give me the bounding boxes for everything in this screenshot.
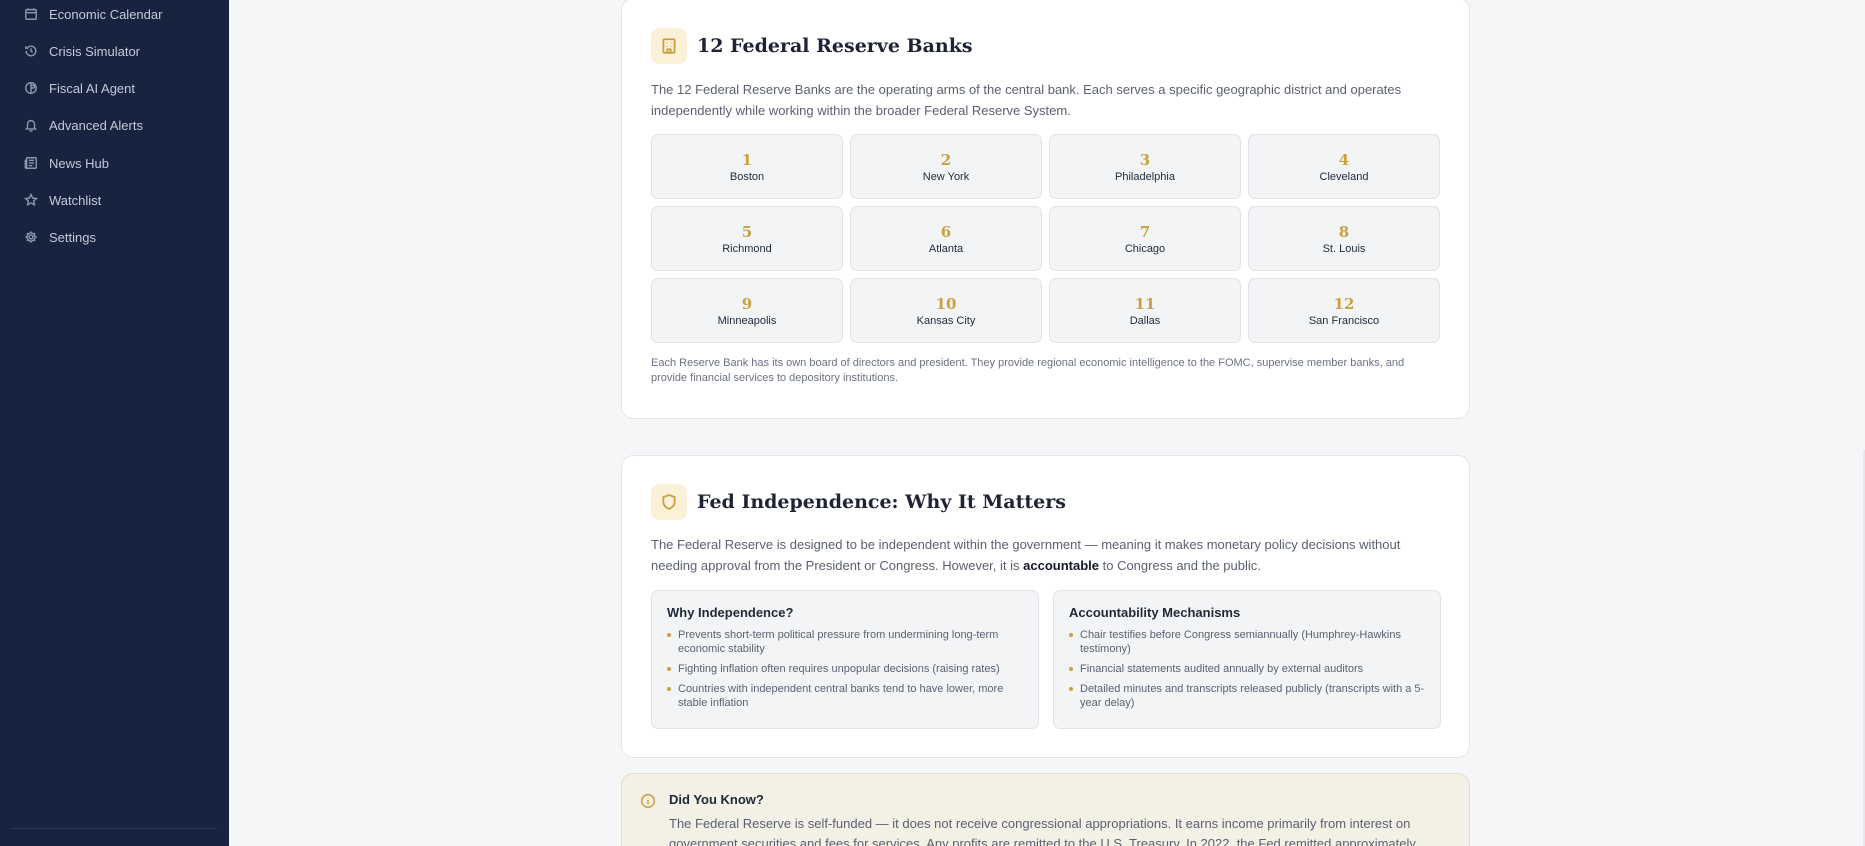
callout-text: The Federal Reserve is self-funded — it … — [669, 816, 1416, 846]
bank-number: 3 — [1139, 150, 1151, 169]
list-item: Countries with independent central banks… — [667, 682, 1023, 710]
bank-tile-philadelphia[interactable]: 3 Philadelphia — [1049, 134, 1241, 199]
star-icon — [24, 193, 38, 207]
sidebar-item-label: News Hub — [49, 155, 109, 171]
panel-title: Accountability Mechanisms — [1069, 605, 1241, 620]
card-header: Fed Independence: Why It Matters — [651, 484, 1066, 520]
card-title: Fed Independence: Why It Matters — [697, 491, 1066, 513]
bank-grid: 1 Boston 2 New York 3 Philadelphia 4 Clevela… — [651, 134, 1441, 343]
bank-number: 12 — [1333, 294, 1355, 313]
sidebar-divider — [10, 828, 217, 829]
callout-title: Did You Know? — [669, 792, 764, 807]
bank-city: Minneapolis — [717, 314, 777, 327]
bank-number: 7 — [1139, 222, 1151, 241]
bank-tile-cleveland[interactable]: 4 Cleveland — [1248, 134, 1440, 199]
bullet-list: Chair testifies before Congress semiannu… — [1069, 628, 1425, 710]
sidebar-item-fiscal-ai-agent[interactable]: Fiscal AI Agent — [24, 76, 135, 100]
sidebar-item-advanced-alerts[interactable]: Advanced Alerts — [24, 113, 143, 137]
bank-tile-san-francisco[interactable]: 12 San Francisco — [1248, 278, 1440, 343]
sidebar-item-label: Advanced Alerts — [49, 117, 143, 133]
sidebar-item-label: Economic Calendar — [49, 6, 163, 22]
federal-reserve-banks-card: 12 Federal Reserve Banks The 12 Federal … — [621, 0, 1470, 419]
bank-city: Richmond — [722, 242, 772, 255]
gear-icon — [25, 231, 37, 243]
bank-city: Cleveland — [1319, 170, 1369, 183]
sidebar-item-label: Crisis Simulator — [49, 43, 141, 59]
bank-number: 5 — [741, 222, 753, 241]
bank-tile-new-york[interactable]: 2 New York — [850, 134, 1042, 199]
bank-number: 10 — [935, 294, 957, 313]
bank-number: 8 — [1338, 222, 1350, 241]
bank-number: 2 — [940, 150, 952, 169]
bullet-list: Prevents short-term political pressure f… — [667, 628, 1023, 710]
intro-text-end: to Congress and the public. — [1099, 558, 1261, 573]
sidebar-item-label: Fiscal AI Agent — [49, 80, 135, 96]
list-item: Chair testifies before Congress semiannu… — [1069, 628, 1425, 656]
bank-tile-atlanta[interactable]: 6 Atlanta — [850, 206, 1042, 271]
shield-icon — [651, 484, 687, 520]
fed-independence-card: Fed Independence: Why It Matters The Fed… — [621, 455, 1470, 758]
bank-number: 11 — [1134, 294, 1156, 313]
bank-city: Philadelphia — [1115, 170, 1175, 183]
accountability-panel: Accountability Mechanisms Chair testifie… — [1053, 590, 1441, 729]
bank-number: 6 — [940, 222, 952, 241]
sidebar-item-settings[interactable]: Settings — [24, 225, 96, 249]
bank-city: Kansas City — [916, 314, 976, 327]
bank-tile-st-louis[interactable]: 8 St. Louis — [1248, 206, 1440, 271]
sidebar-item-news-hub[interactable]: News Hub — [24, 151, 109, 175]
list-item: Financial statements audited annually by… — [1069, 662, 1425, 676]
bank-city: Boston — [729, 170, 765, 183]
bank-tile-dallas[interactable]: 11 Dallas — [1049, 278, 1241, 343]
why-independence-panel: Why Independence? Prevents short-term po… — [651, 590, 1039, 729]
bank-tile-chicago[interactable]: 7 Chicago — [1049, 206, 1241, 271]
sidebar-item-crisis-simulator[interactable]: Crisis Simulator — [24, 39, 140, 63]
bank-number: 4 — [1338, 150, 1350, 169]
sidebar-item-label: Settings — [49, 229, 96, 245]
panel-title: Why Independence? — [667, 605, 794, 620]
ai-agent-icon — [25, 82, 37, 94]
bank-number: 9 — [741, 294, 753, 313]
building-icon — [651, 28, 687, 64]
bank-number: 1 — [741, 150, 753, 169]
list-item: Fighting inflation often requires unpopu… — [667, 662, 1023, 676]
calendar-icon — [25, 8, 37, 20]
sidebar: Economic Calendar Crisis Simulator Fisca… — [0, 0, 229, 846]
bell-icon — [24, 119, 38, 132]
bank-tile-richmond[interactable]: 5 Richmond — [651, 206, 843, 271]
independence-intro: The Federal Reserve is designed to be in… — [651, 534, 1441, 576]
history-icon — [25, 45, 37, 57]
card-title: 12 Federal Reserve Banks — [697, 35, 973, 57]
bank-tile-kansas-city[interactable]: 10 Kansas City — [850, 278, 1042, 343]
intro-emphasis: accountable — [1023, 558, 1099, 573]
bank-city: Chicago — [1124, 242, 1166, 255]
info-icon — [640, 793, 656, 809]
banks-note: Each Reserve Bank has its own board of d… — [651, 357, 1405, 384]
bank-city: Atlanta — [928, 242, 964, 255]
sidebar-item-watchlist[interactable]: Watchlist — [24, 188, 101, 212]
sidebar-item-economic-calendar[interactable]: Economic Calendar — [24, 2, 162, 26]
bank-city: Dallas — [1129, 314, 1161, 327]
list-item: Detailed minutes and transcripts release… — [1069, 682, 1425, 710]
newspaper-icon — [24, 157, 37, 170]
bank-city: St. Louis — [1322, 242, 1366, 255]
sidebar-item-label: Watchlist — [49, 192, 102, 208]
did-you-know-callout: Did You Know? The Federal Reserve is sel… — [621, 773, 1470, 846]
card-header: 12 Federal Reserve Banks — [651, 28, 973, 64]
banks-intro: The 12 Federal Reserve Banks are the ope… — [651, 82, 1402, 118]
bank-city: San Francisco — [1308, 314, 1380, 327]
bank-city: New York — [922, 170, 970, 183]
bank-tile-boston[interactable]: 1 Boston — [651, 134, 843, 199]
list-item: Prevents short-term political pressure f… — [667, 628, 1023, 656]
bank-tile-minneapolis[interactable]: 9 Minneapolis — [651, 278, 843, 343]
